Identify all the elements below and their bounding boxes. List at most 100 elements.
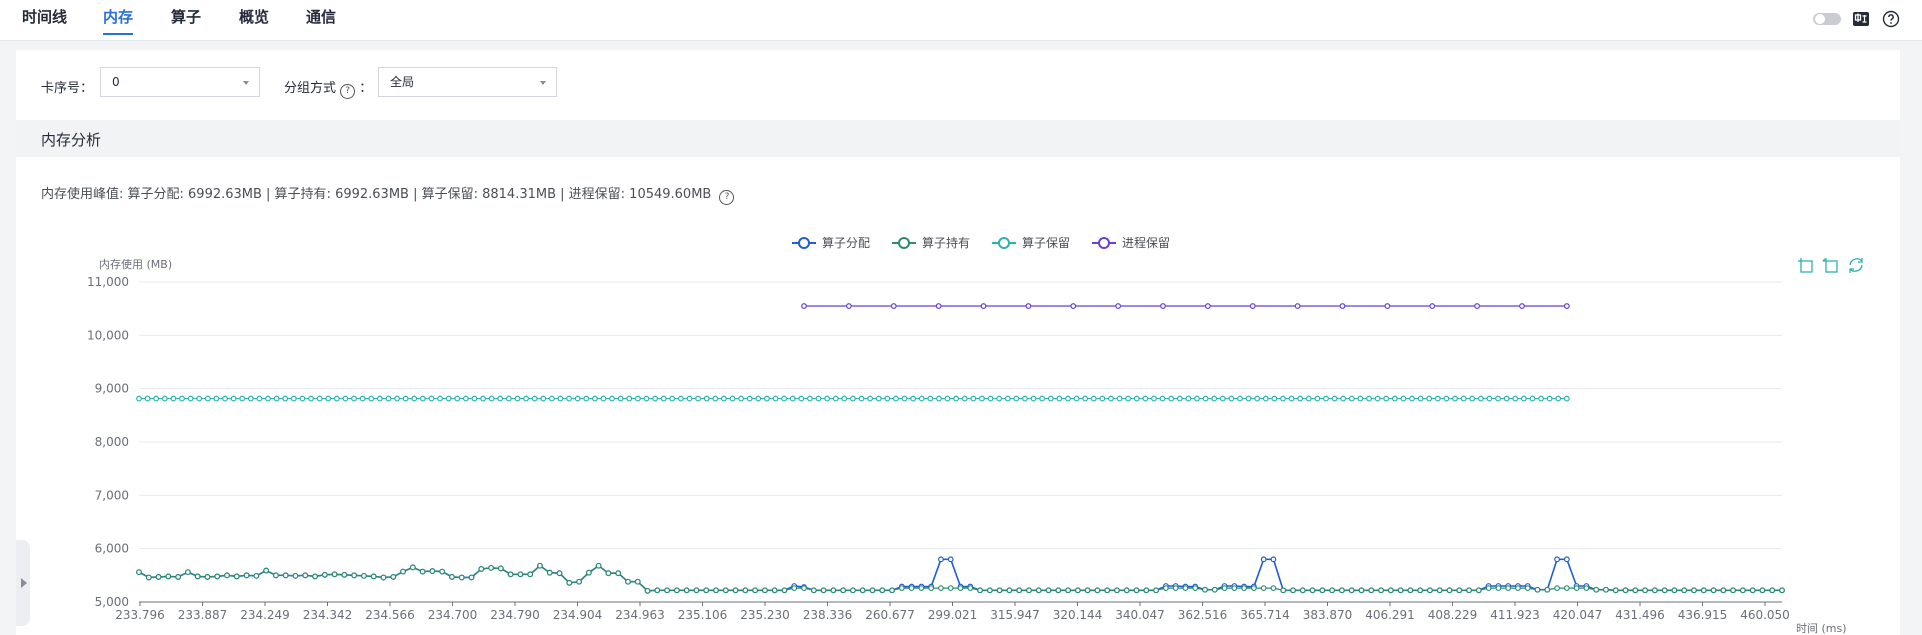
data-point [927, 395, 934, 402]
side-panel-toggle[interactable] [16, 540, 30, 626]
zoom-reset-icon[interactable] [1822, 258, 1838, 273]
data-point [1142, 395, 1149, 402]
tab-operator[interactable]: 算子 [171, 6, 201, 36]
y-tick-label: 5,000 [95, 595, 129, 609]
data-point [170, 395, 177, 402]
data-point [1211, 586, 1218, 593]
legend-item[interactable]: 算子持有 [892, 235, 970, 250]
data-point [1108, 395, 1114, 402]
chevron-down-icon [540, 81, 546, 85]
data-point [1104, 587, 1111, 594]
x-tick-label: 340.047 [1115, 608, 1165, 622]
data-point [762, 587, 768, 594]
card-select[interactable]: 0 [100, 67, 260, 97]
group-select[interactable]: 全局 [378, 67, 557, 97]
data-point [1270, 556, 1277, 563]
tab-memory[interactable]: 内存 [103, 6, 134, 36]
data-point [1065, 395, 1071, 402]
data-point [625, 578, 631, 585]
data-point [1374, 395, 1381, 402]
data-point [947, 585, 954, 592]
data-point [1529, 395, 1536, 402]
data-point [1331, 395, 1338, 402]
data-point [316, 395, 323, 402]
data-point [302, 572, 309, 579]
data-point [910, 395, 917, 402]
data-point [585, 569, 592, 576]
data-point [454, 395, 461, 402]
data-point [1202, 395, 1209, 402]
help-icon[interactable] [1882, 10, 1900, 28]
restore-icon[interactable] [1849, 258, 1863, 273]
data-point [1294, 303, 1301, 309]
data-point [703, 587, 710, 594]
data-point [409, 564, 416, 571]
data-point [810, 587, 817, 594]
data-point [1452, 395, 1458, 402]
x-tick-label: 299.021 [928, 608, 978, 622]
data-point [376, 395, 383, 402]
tab-communication[interactable]: 通信 [306, 6, 336, 36]
data-point [256, 395, 263, 402]
data-point [429, 568, 436, 574]
data-point [468, 574, 475, 581]
data-point [617, 395, 624, 402]
data-point [247, 395, 254, 402]
data-point [321, 571, 328, 578]
data-point [686, 395, 693, 402]
data-point [879, 587, 886, 594]
data-point [333, 395, 340, 402]
section-header: 内存分析 [16, 120, 1900, 157]
question-circle-icon[interactable]: ? [719, 190, 735, 205]
data-point [290, 395, 297, 402]
data-point [1446, 587, 1453, 594]
data-point [230, 395, 237, 402]
chart-toolbox [1798, 258, 1863, 273]
data-point [1228, 395, 1235, 402]
toggle-switch-icon[interactable] [1812, 10, 1842, 28]
tab-overview[interactable]: 概览 [239, 6, 269, 36]
data-point [1460, 395, 1467, 402]
data-point [1219, 395, 1226, 402]
data-point [437, 395, 443, 402]
x-tick-label: 460.050 [1740, 608, 1790, 622]
data-point [556, 570, 563, 577]
data-point [850, 587, 856, 594]
data-point [341, 571, 348, 578]
data-point [1270, 585, 1277, 592]
data-point [1309, 587, 1316, 594]
language-icon[interactable] [1852, 10, 1870, 28]
legend-item[interactable]: 进程保留 [1092, 235, 1170, 250]
question-circle-icon[interactable]: ? [340, 84, 356, 99]
data-point [428, 395, 435, 402]
memory-peak-summary-text: 内存使用峰值: 算子分配: 6992.63MB | 算子持有: 6992.63M… [41, 187, 712, 202]
legend-item[interactable]: 算子分配 [792, 235, 870, 250]
data-point [1073, 395, 1080, 402]
data-point [1554, 556, 1560, 563]
data-point [204, 395, 211, 402]
x-tick-label: 235.230 [740, 608, 790, 622]
zoom-area-icon[interactable] [1798, 258, 1813, 273]
data-point [1262, 395, 1269, 402]
data-point [1534, 586, 1541, 593]
data-point [161, 395, 168, 402]
data-point [480, 395, 486, 402]
data-point [1159, 395, 1166, 402]
data-point [889, 587, 895, 594]
tab-timeline[interactable]: 时间线 [22, 6, 67, 36]
data-point [967, 585, 974, 592]
data-point [1368, 587, 1375, 594]
data-point [772, 395, 779, 402]
y-axis-title: 内存使用 (MB) [99, 257, 172, 271]
data-point [634, 395, 641, 402]
data-point [458, 574, 465, 581]
data-point [1486, 395, 1493, 402]
group-label-colon: ： [359, 81, 373, 96]
data-point [359, 395, 366, 402]
x-tick-label: 260.677 [865, 608, 915, 622]
data-point [548, 395, 555, 402]
y-tick-label: 7,000 [95, 488, 129, 502]
data-point [1249, 303, 1256, 309]
legend-item[interactable]: 算子保留 [992, 235, 1070, 250]
data-point [605, 570, 612, 577]
